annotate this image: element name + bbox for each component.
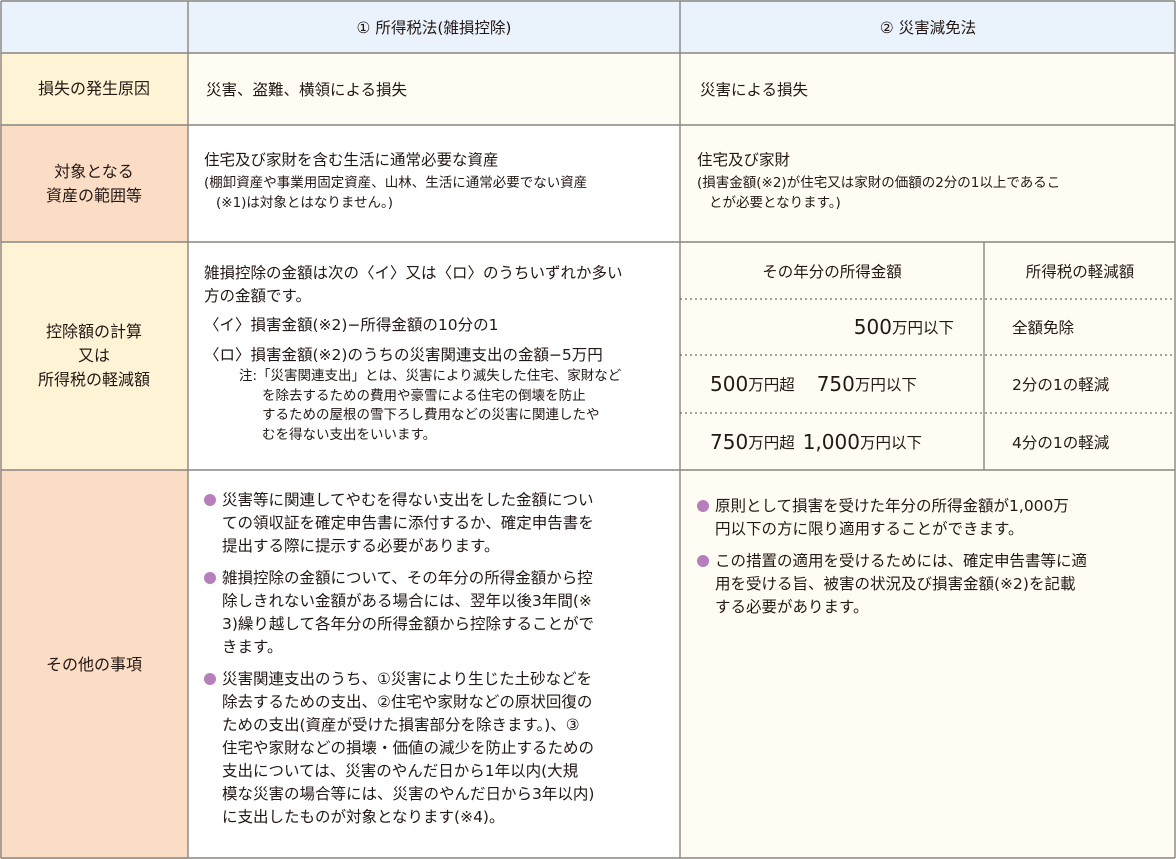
table-grid-lines [0, 0, 1176, 859]
comparison-table: ① 所得税法(雑損控除) ② 災害減免法 損失の発生原因 災害、盗難、横領による… [0, 0, 1176, 859]
